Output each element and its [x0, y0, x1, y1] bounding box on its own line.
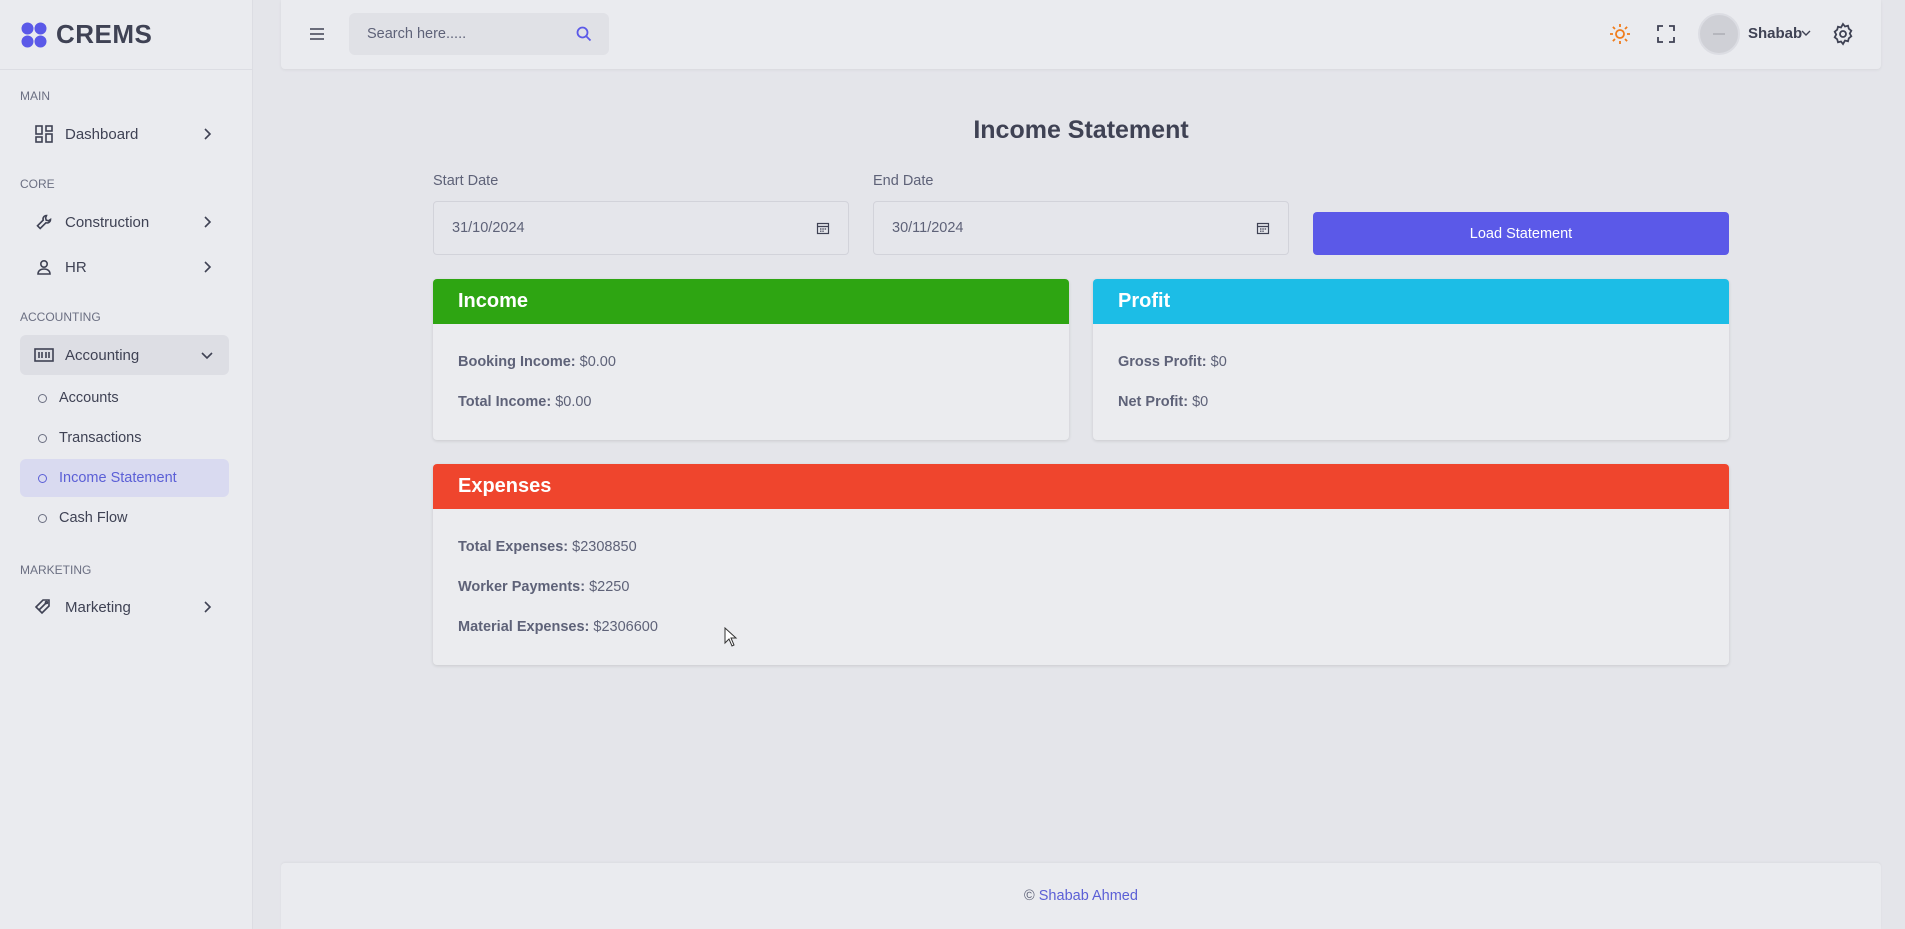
tag-icon [34, 597, 54, 617]
section-title-marketing: MARKETING [20, 563, 92, 577]
hamburger-menu-icon[interactable] [307, 24, 327, 44]
dashboard-icon [34, 124, 54, 144]
user-icon [34, 257, 54, 277]
booking-income-row: Booking Income: $0.00 [458, 354, 616, 370]
profit-card-title: Profit [1093, 279, 1729, 324]
sidebar-item-label: Accounting [65, 346, 140, 364]
end-date-value: 30/11/2024 [892, 220, 964, 236]
search-bar [349, 13, 609, 55]
start-date-field[interactable]: 31/10/2024 [433, 201, 849, 255]
net-profit-row: Net Profit: $0 [1118, 394, 1208, 410]
start-date-label: Start Date [433, 173, 499, 189]
sidebar-item-construction[interactable]: Construction [20, 202, 229, 242]
material-expenses-value: $2306600 [593, 619, 658, 635]
chevron-right-icon [204, 261, 212, 273]
footer-text: © Shabab Ahmed [281, 888, 1881, 904]
section-title-main: MAIN [20, 89, 50, 103]
end-date-label: End Date [873, 173, 934, 189]
section-title-core: CORE [20, 177, 55, 191]
sidebar-item-label: HR [65, 258, 87, 276]
sidebar-subitem-transactions[interactable]: Transactions [20, 419, 229, 457]
top-header: Shabab [281, 0, 1881, 69]
chevron-down-icon[interactable] [1800, 27, 1812, 39]
chevron-down-icon [201, 352, 213, 360]
sun-icon[interactable] [1608, 22, 1632, 46]
accounting-icon [34, 345, 54, 365]
expenses-card: Expenses Total Expenses: $2308850 Worker … [433, 464, 1729, 665]
total-income-label: Total Income: [458, 394, 552, 410]
avatar[interactable] [1698, 13, 1740, 55]
material-expenses-row: Material Expenses: $2306600 [458, 619, 658, 635]
total-income-value: $0.00 [555, 394, 592, 410]
start-date-value: 31/10/2024 [452, 220, 525, 236]
footer: © Shabab Ahmed [281, 863, 1881, 929]
mouse-cursor-icon [724, 627, 738, 647]
wrench-icon [34, 212, 54, 232]
income-card-title: Income [433, 279, 1069, 324]
worker-payments-label: Worker Payments: [458, 579, 586, 595]
gross-profit-label: Gross Profit: [1118, 354, 1207, 370]
total-expenses-label: Total Expenses: [458, 539, 569, 555]
brand[interactable]: CREMS [0, 0, 252, 70]
section-title-accounting: ACCOUNTING [20, 310, 101, 324]
author-link[interactable]: Shabab Ahmed [1039, 888, 1138, 904]
gross-profit-row: Gross Profit: $0 [1118, 354, 1227, 370]
worker-payments-row: Worker Payments: $2250 [458, 579, 629, 595]
sidebar-item-accounting[interactable]: Accounting [20, 335, 229, 375]
total-income-row: Total Income: $0.00 [458, 394, 591, 410]
sidebar-subitem-income-statement[interactable]: Income Statement [20, 459, 229, 497]
circle-icon [38, 433, 47, 443]
page-title: Income Statement [973, 116, 1189, 144]
material-expenses-label: Material Expenses: [458, 619, 590, 635]
net-profit-value: $0 [1192, 394, 1209, 410]
total-expenses-row: Total Expenses: $2308850 [458, 539, 637, 555]
brand-name: CREMS [56, 19, 153, 49]
expenses-card-title: Expenses [433, 464, 1729, 509]
gear-icon[interactable] [1831, 22, 1855, 46]
income-card: Income Booking Income: $0.00 Total Income… [433, 279, 1069, 440]
circle-icon [38, 473, 47, 483]
end-date-field[interactable]: 30/11/2024 [873, 201, 1289, 255]
calendar-icon[interactable] [1256, 221, 1270, 235]
search-icon[interactable] [575, 25, 593, 43]
booking-income-label: Booking Income: [458, 354, 576, 370]
total-expenses-value: $2308850 [572, 539, 637, 555]
circle-icon [38, 513, 47, 523]
search-input[interactable] [365, 25, 575, 43]
chevron-right-icon [204, 128, 212, 140]
profit-card: Profit Gross Profit: $0 Net Profit: $0 [1093, 279, 1729, 440]
sidebar-subitem-accounts[interactable]: Accounts [20, 379, 229, 417]
sidebar-item-hr[interactable]: HR [20, 247, 229, 287]
booking-income-value: $0.00 [579, 354, 616, 370]
chevron-right-icon [204, 216, 212, 228]
sidebar-subitem-label: Income Statement [59, 470, 177, 486]
load-statement-button[interactable]: Load Statement [1313, 212, 1729, 255]
sidebar-subitem-label: Accounts [59, 390, 119, 406]
chevron-right-icon [204, 601, 212, 613]
sidebar-item-label: Marketing [65, 598, 131, 616]
sidebar-item-marketing[interactable]: Marketing [20, 587, 229, 627]
sidebar-subitem-label: Cash Flow [59, 510, 128, 526]
sidebar-item-label: Dashboard [65, 125, 139, 143]
gross-profit-value: $0 [1210, 354, 1227, 370]
sidebar-item-label: Construction [65, 213, 150, 231]
logo-icon [21, 22, 47, 47]
circle-icon [38, 393, 47, 403]
net-profit-label: Net Profit: [1118, 394, 1189, 410]
sidebar-item-dashboard[interactable]: Dashboard [20, 114, 229, 154]
calendar-icon[interactable] [816, 221, 830, 235]
sidebar-subitem-cash-flow[interactable]: Cash Flow [20, 499, 229, 537]
fullscreen-icon[interactable] [1654, 22, 1678, 46]
sidebar: CREMS MAIN Dashboard CORE Construction H… [0, 0, 253, 929]
user-name[interactable]: Shabab [1748, 25, 1802, 42]
sidebar-subitem-label: Transactions [59, 430, 142, 446]
worker-payments-value: $2250 [589, 579, 630, 595]
copyright-symbol: © [1024, 888, 1035, 904]
